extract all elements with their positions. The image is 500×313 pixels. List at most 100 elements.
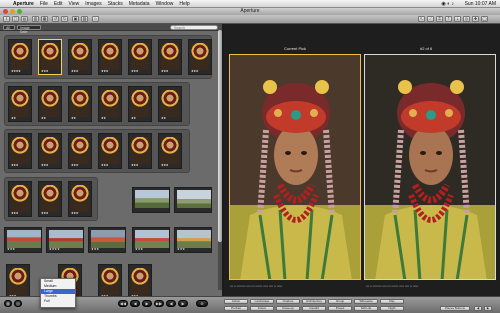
- keyword-button[interactable]: Landscape: [250, 299, 274, 304]
- menu-images[interactable]: Images: [82, 1, 104, 7]
- search-input[interactable]: Search: [170, 25, 218, 30]
- keyword-button[interactable]: Still Life: [354, 306, 378, 311]
- rotate-left-icon[interactable]: ↺: [52, 16, 59, 22]
- status-icons[interactable]: ◉ ◐ ♪: [441, 1, 454, 7]
- filter-chip[interactable]: All: [3, 25, 15, 30]
- keyword-button[interactable]: Night: [380, 306, 404, 311]
- keyword-button[interactable]: Posed: [328, 306, 352, 311]
- straighten-icon[interactable]: ⟋: [427, 16, 434, 22]
- stack-group[interactable]: ★★★ ★★★ ★★★: [4, 177, 98, 221]
- thumbnail[interactable]: ★★★: [128, 133, 152, 169]
- thumbnail[interactable]: ★★★: [98, 264, 122, 300]
- view-mode-icon[interactable]: ▦: [4, 300, 12, 307]
- scroll-thumb[interactable]: [218, 30, 222, 242]
- comparison-photo[interactable]: [364, 54, 496, 280]
- select-icon[interactable]: ↖: [418, 16, 425, 22]
- preset-prev-icon[interactable]: ◀: [474, 306, 482, 311]
- thumbnail[interactable]: ★★★: [38, 133, 62, 169]
- nav-button[interactable]: ▶: [142, 300, 152, 307]
- thumbnail[interactable]: ★★★: [98, 39, 122, 75]
- thumbnail[interactable]: ★★: [68, 86, 92, 122]
- landscape-thumbnail[interactable]: ★★★: [174, 227, 212, 253]
- ranking-icon[interactable]: ☆: [92, 16, 99, 22]
- sort-chip[interactable]: Image Date: [17, 25, 41, 34]
- keyword-button[interactable]: Portrait: [224, 306, 248, 311]
- nav-button[interactable]: ◀: [166, 300, 176, 307]
- thumbnail[interactable]: ★★★: [8, 133, 32, 169]
- landscape-thumbnail[interactable]: ★★★★: [46, 227, 84, 253]
- keyword-button[interactable]: Outdoor: [276, 299, 300, 304]
- keyword-button[interactable]: Indoor: [250, 306, 274, 311]
- thumbnail[interactable]: ★★★: [68, 181, 92, 217]
- thumbnail[interactable]: ★★★: [188, 39, 212, 75]
- thumbnail[interactable]: ★★★: [128, 39, 152, 75]
- menu-window[interactable]: Window: [153, 1, 177, 7]
- lift-icon[interactable]: ⇡: [445, 16, 452, 22]
- keyword-preset-field[interactable]: Places Buttons: [440, 306, 470, 311]
- browser-scrollbar[interactable]: [218, 30, 222, 290]
- keyword-button[interactable]: Architecture: [302, 299, 326, 304]
- landscape-thumbnail[interactable]: [132, 187, 170, 213]
- landscape-thumbnail[interactable]: ★★★: [4, 227, 42, 253]
- keyword-button[interactable]: Close-up: [276, 306, 300, 311]
- zoom-icon[interactable]: [17, 9, 22, 14]
- minimize-icon[interactable]: [10, 9, 15, 14]
- stack-group[interactable]: ★★★ ★★★ ★★★ ★★★ ★★★ ★★★: [4, 129, 190, 173]
- keyword-button[interactable]: Group: [328, 299, 352, 304]
- thumbnail[interactable]: ★★★: [128, 264, 152, 300]
- stamp-icon[interactable]: ⇣: [454, 16, 461, 22]
- thumbnail[interactable]: ★★★: [38, 181, 62, 217]
- new-album-icon[interactable]: ▤: [21, 16, 28, 22]
- unstack-icon[interactable]: ▦: [41, 16, 48, 22]
- landscape-thumbnail[interactable]: ★★★: [132, 227, 170, 253]
- menu-clock[interactable]: Sun 10:07 AM: [465, 1, 496, 7]
- menu-view[interactable]: View: [66, 1, 83, 7]
- stack-group[interactable]: ★★★★ ★★★ ★★★ ★★★ ★★★ ★★★ ★★★: [4, 35, 212, 79]
- landscape-thumbnail[interactable]: ★★★: [88, 227, 126, 253]
- stack-group[interactable]: ★★ ★★ ★★ ★★ ★★ ★★: [4, 82, 190, 126]
- new-project-icon[interactable]: ▢: [12, 16, 19, 22]
- thumbnail[interactable]: ★★★: [6, 264, 30, 300]
- keyword-button[interactable]: Action: [224, 299, 248, 304]
- thumbnail[interactable]: ★★: [158, 86, 182, 122]
- thumbnail[interactable]: ★★: [8, 86, 32, 122]
- nav-button[interactable]: ▶▶: [154, 300, 164, 307]
- thumbnail[interactable]: ★★★: [158, 133, 182, 169]
- keyword-button[interactable]: Silhouette: [354, 299, 378, 304]
- preset-next-icon[interactable]: ▶: [484, 306, 492, 311]
- thumbnail[interactable]: ★★★★: [8, 39, 32, 75]
- zoom-slider-icon[interactable]: ⊕: [196, 300, 208, 307]
- menu-help[interactable]: Help: [176, 1, 192, 7]
- nav-button[interactable]: ▶: [178, 300, 188, 307]
- menu-option[interactable]: Full: [41, 299, 75, 304]
- thumbnail[interactable]: ★★★: [98, 133, 122, 169]
- nav-button[interactable]: ◀: [130, 300, 140, 307]
- thumbnail[interactable]: ★★: [98, 86, 122, 122]
- keyword-button[interactable]: Day: [380, 299, 404, 304]
- primary-photo[interactable]: [229, 54, 361, 280]
- thumbnail[interactable]: ★★★: [68, 133, 92, 169]
- thumbnail[interactable]: ★★★: [8, 181, 32, 217]
- rotate-right-icon[interactable]: ↻: [61, 16, 68, 22]
- menu-edit[interactable]: Edit: [51, 1, 66, 7]
- thumbnail[interactable]: ★★★: [158, 39, 182, 75]
- thumbnail[interactable]: ★★: [38, 86, 62, 122]
- stack-mode-icon[interactable]: ▧: [81, 16, 88, 22]
- redeye-icon[interactable]: ◎: [463, 16, 470, 22]
- filmstrip-icon[interactable]: ▤: [14, 300, 22, 307]
- menu-file[interactable]: File: [37, 1, 51, 7]
- import-icon[interactable]: ⇩: [3, 16, 10, 22]
- thumbnail[interactable]: ★★★: [68, 39, 92, 75]
- landscape-thumbnail[interactable]: [174, 187, 212, 213]
- thumbnail[interactable]: ★★: [128, 86, 152, 122]
- crop-icon[interactable]: ⌗: [436, 16, 443, 22]
- menu-stacks[interactable]: Stacks: [105, 1, 126, 7]
- stack-icon[interactable]: ▥: [32, 16, 39, 22]
- loupe-icon[interactable]: ◯: [481, 16, 488, 22]
- menu-app-name[interactable]: Aperture: [10, 1, 37, 7]
- keyword-button[interactable]: Candid: [302, 306, 326, 311]
- compare-icon[interactable]: ▣: [72, 16, 79, 22]
- close-icon[interactable]: [3, 9, 8, 14]
- nav-button[interactable]: ◀◀: [118, 300, 128, 307]
- thumbnail-selected[interactable]: ★★★: [38, 39, 62, 75]
